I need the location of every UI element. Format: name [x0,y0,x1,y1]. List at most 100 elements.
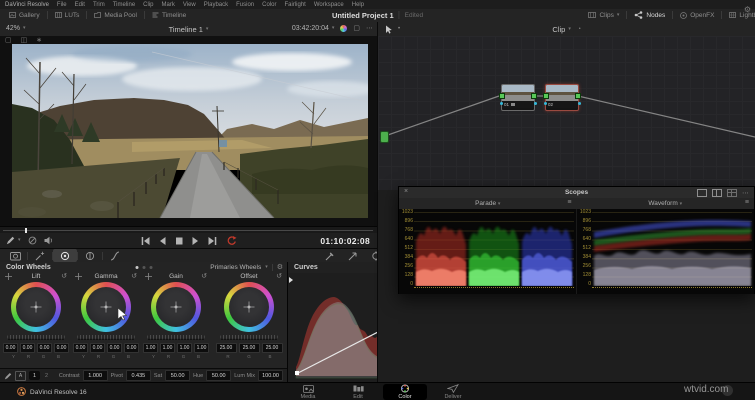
enhance-icon[interactable]: ∗ [36,36,42,44]
loop-button[interactable] [225,235,237,246]
menu-trim[interactable]: Trim [93,2,105,8]
single-scope-layout-icon[interactable] [697,189,707,197]
scope-settings-icon[interactable]: ≡ [567,199,571,206]
params-page-2[interactable]: 2 [43,373,50,379]
params-page-1[interactable]: 1 [29,371,40,380]
hue-value[interactable]: 50.00 [206,370,232,381]
color-page-button[interactable]: Color [383,384,427,400]
corrector-node-02[interactable]: 02 [543,84,581,111]
offset-master-wheel[interactable] [220,335,278,340]
value-box[interactable]: 1.00 [194,343,209,353]
menu-help[interactable]: Help [352,2,364,8]
value-box[interactable]: 1.00 [143,343,158,353]
viewer-image[interactable] [12,44,377,219]
luts-button[interactable]: LUTs [48,9,87,21]
grade-pen-icon[interactable] [4,372,12,380]
rgb-output-port[interactable] [531,93,537,99]
qualifier-tool-icon[interactable] [325,251,335,261]
rgb-output-port[interactable] [575,93,581,99]
split-compare-icon[interactable]: ◫ [21,36,28,44]
node-editor[interactable]: 01 02 [378,36,755,190]
skip-start-button[interactable] [140,236,150,246]
value-box[interactable]: 25.00 [238,343,260,353]
value-box[interactable]: 25.00 [261,343,283,353]
dual-scope-layout-icon[interactable] [712,189,722,197]
reset-icon[interactable]: ↺ [201,272,207,280]
lift-color-wheel[interactable] [11,282,61,332]
hdr-palette-button[interactable] [78,249,102,262]
pivot-value[interactable]: 0.435 [125,370,151,381]
openfx-button[interactable]: OpenFX [673,9,721,21]
motion-effects-palette-button[interactable] [103,249,127,262]
gain-color-wheel[interactable] [151,282,201,332]
step-back-button[interactable] [158,236,166,246]
media-page-button[interactable]: Media [286,384,330,400]
stop-button[interactable] [174,236,183,246]
reset-icon[interactable]: ↺ [61,272,67,280]
bypass-grade-icon[interactable] [28,236,37,245]
edit-page-button[interactable]: Edit [336,384,380,400]
quad-scope-layout-icon[interactable] [727,189,737,197]
value-box[interactable]: 0.00 [20,343,35,353]
scope-settings-icon[interactable]: ≡ [745,199,749,206]
parade-mode-select[interactable]: Parade ▾ [399,200,577,207]
menu-color[interactable]: Color [262,2,276,8]
lum-mix-value[interactable]: 100.00 [258,370,283,381]
menu-file[interactable]: File [57,2,67,8]
auto-badge-icon[interactable]: A [15,370,26,381]
value-box[interactable]: 1.00 [177,343,192,353]
audio-mute-icon[interactable] [44,236,54,245]
reset-icon[interactable]: ↺ [131,272,137,280]
key-input-port[interactable] [543,102,547,105]
color-viewer-icon[interactable] [340,25,348,32]
picker-tool-icon[interactable] [348,251,358,261]
gear-icon[interactable]: ⚙ [277,264,283,271]
value-box[interactable]: 0.00 [124,343,139,353]
corrector-node-01[interactable]: 01 [499,84,537,111]
value-box[interactable]: 0.00 [107,343,122,353]
menu-workspace[interactable]: Workspace [314,2,344,8]
sat-value[interactable]: 50.00 [165,370,191,381]
value-box[interactable]: 0.00 [54,343,69,353]
offset-color-wheel[interactable] [224,282,274,332]
annotation-tool-button[interactable]: ▾ [6,236,21,245]
expand-icon[interactable]: ▢ [353,25,360,32]
skip-end-button[interactable] [207,236,217,246]
viewer-timecode[interactable]: 03:42:20:04 ▾ [292,25,335,32]
wheels-mode-select[interactable]: Primaries Wheels [210,264,261,271]
value-box[interactable]: 0.00 [3,343,18,353]
rgb-input-port[interactable] [543,93,549,99]
deliver-page-button[interactable]: Deliver [431,384,475,400]
node-view-select[interactable]: Clip ▾ • [552,25,580,34]
timeline-button[interactable]: Timeline [145,9,193,21]
reset-icon[interactable]: ↺ [276,272,282,280]
more-options-icon[interactable]: ⋯ [742,190,749,197]
menu-playback[interactable]: Playback [204,2,228,8]
more-options-icon[interactable]: ⋯ [366,25,373,32]
waveform-mode-select[interactable]: Waveform ▾ [577,200,755,207]
nodes-button[interactable]: Nodes [627,9,672,21]
contrast-value[interactable]: 1.000 [82,370,108,381]
value-box[interactable]: 0.00 [37,343,52,353]
page-dots[interactable] [135,266,152,269]
menu-timeline[interactable]: Timeline [113,2,135,8]
rgb-input-port[interactable] [499,93,505,99]
gallery-button[interactable]: Gallery [2,9,47,21]
lift-master-wheel[interactable] [7,335,65,340]
gain-master-wheel[interactable] [147,335,205,340]
camera-raw-palette-button[interactable] [3,249,27,262]
viewer-zoom-select[interactable]: 42% ▾ [6,25,26,32]
image-mode-icon[interactable]: ▢ [5,36,12,44]
menu-mark[interactable]: Mark [162,2,175,8]
grab-tool-icon[interactable]: • [398,26,400,32]
key-input-port[interactable] [499,102,503,105]
media-pool-button[interactable]: Media Pool [87,9,144,21]
timeline-select[interactable]: Timeline 1 ▾ [169,25,209,34]
menu-view[interactable]: View [183,2,196,8]
step-forward-button[interactable] [191,236,199,246]
key-output-port[interactable] [577,102,581,105]
value-box[interactable]: 0.00 [73,343,88,353]
menu-clip[interactable]: Clip [143,2,153,8]
clips-button[interactable]: Clips ▾ [581,9,626,21]
value-box[interactable]: 25.00 [215,343,237,353]
